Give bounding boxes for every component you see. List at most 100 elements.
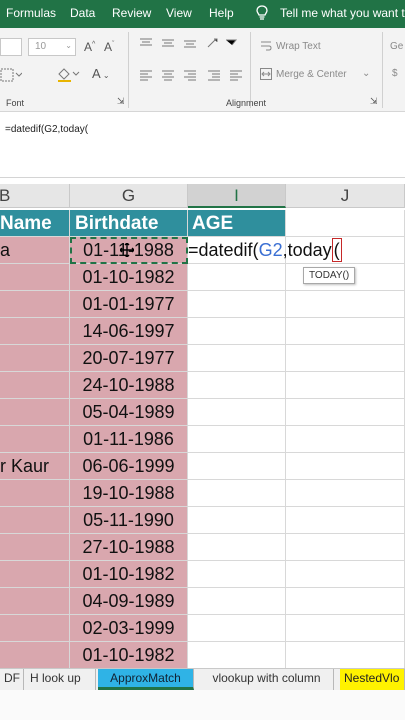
name-cell[interactable] bbox=[0, 318, 70, 345]
birthdate-cell[interactable]: 01-01-1977 bbox=[70, 291, 188, 318]
age-cell[interactable] bbox=[188, 642, 286, 668]
age-cell[interactable] bbox=[188, 372, 286, 399]
age-cell[interactable] bbox=[188, 534, 286, 561]
age-cell[interactable] bbox=[188, 453, 286, 480]
name-cell[interactable] bbox=[0, 372, 70, 399]
birthdate-cell[interactable]: 14-06-1997 bbox=[70, 318, 188, 345]
header-cell-age[interactable]: AGE bbox=[188, 210, 286, 237]
cell-j[interactable] bbox=[286, 399, 405, 426]
vertical-align-icons[interactable] bbox=[138, 36, 248, 50]
name-cell[interactable] bbox=[0, 615, 70, 642]
age-cell[interactable] bbox=[188, 345, 286, 372]
age-cell[interactable] bbox=[188, 426, 286, 453]
name-cell[interactable] bbox=[0, 399, 70, 426]
name-cell[interactable] bbox=[0, 291, 70, 318]
birthdate-cell[interactable]: 05-11-1990 bbox=[70, 507, 188, 534]
birthdate-cell[interactable]: 05-04-1989 bbox=[70, 399, 188, 426]
tab-data[interactable]: Data bbox=[70, 6, 95, 20]
merge-center-icon[interactable] bbox=[260, 68, 272, 83]
age-cell[interactable] bbox=[188, 615, 286, 642]
birthdate-cell[interactable]: 01-10-1982 bbox=[70, 642, 188, 668]
header-cell-birthdate[interactable]: Birthdate bbox=[70, 210, 188, 237]
birthdate-cell[interactable]: 19-10-1988 bbox=[70, 480, 188, 507]
name-cell[interactable] bbox=[0, 561, 70, 588]
decrease-font-icon[interactable]: Aˇ bbox=[104, 40, 114, 54]
cell-j[interactable] bbox=[286, 480, 405, 507]
birthdate-cell[interactable]: 01-11-1986 bbox=[70, 426, 188, 453]
name-cell[interactable] bbox=[0, 480, 70, 507]
birthdate-cell[interactable]: 27-10-1988 bbox=[70, 534, 188, 561]
cell-j[interactable] bbox=[286, 534, 405, 561]
tab-help[interactable]: Help bbox=[209, 6, 234, 20]
age-cell[interactable] bbox=[188, 264, 286, 291]
increase-font-icon[interactable]: A^ bbox=[84, 40, 95, 54]
currency-icon[interactable]: $ bbox=[392, 68, 398, 79]
cell-j[interactable] bbox=[286, 426, 405, 453]
column-header-j[interactable]: J bbox=[286, 184, 405, 208]
tab-view[interactable]: View bbox=[166, 6, 192, 20]
cell-j1[interactable] bbox=[286, 210, 405, 237]
formula-bar-text[interactable]: =datedif(G2,today( bbox=[5, 124, 88, 135]
birthdate-cell[interactable]: 01-10-1982 bbox=[70, 561, 188, 588]
birthdate-cell[interactable]: 02-03-1999 bbox=[70, 615, 188, 642]
font-dialog-launcher-icon[interactable]: ⇲ bbox=[117, 96, 125, 107]
wrap-text-icon[interactable] bbox=[260, 40, 272, 55]
borders-icon[interactable] bbox=[0, 68, 23, 85]
birthdate-cell[interactable]: 24-10-1988 bbox=[70, 372, 188, 399]
font-color-icon[interactable]: A ⌄ bbox=[92, 66, 110, 81]
age-cell[interactable] bbox=[188, 507, 286, 534]
name-cell[interactable] bbox=[0, 264, 70, 291]
sheet-tab-h-look-up[interactable]: H look up bbox=[26, 669, 96, 690]
name-cell[interactable] bbox=[0, 642, 70, 668]
number-format-label[interactable]: Ge bbox=[390, 41, 403, 52]
chevron-down-icon[interactable]: ⌄ bbox=[362, 68, 370, 79]
birthdate-cell[interactable]: 04-09-1989 bbox=[70, 588, 188, 615]
birthdate-cell[interactable]: 06-06-1999 bbox=[70, 453, 188, 480]
age-cell[interactable] bbox=[188, 291, 286, 318]
name-cell[interactable] bbox=[0, 534, 70, 561]
spreadsheet-grid[interactable]: B G I J Name Birthdate AGE a 01-11-1988 01… bbox=[0, 178, 405, 668]
font-name-box[interactable] bbox=[0, 38, 22, 56]
cell-edit-formula[interactable]: =datedif(G2,today( bbox=[188, 237, 342, 264]
name-cell[interactable] bbox=[0, 588, 70, 615]
horizontal-align-icons[interactable] bbox=[138, 68, 248, 82]
cell-j[interactable] bbox=[286, 588, 405, 615]
fill-color-icon[interactable] bbox=[56, 66, 80, 85]
birthdate-cell[interactable]: 20-07-1977 bbox=[70, 345, 188, 372]
name-cell[interactable]: a bbox=[0, 237, 70, 264]
cell-j[interactable] bbox=[286, 318, 405, 345]
cell-j[interactable] bbox=[286, 615, 405, 642]
column-header-i[interactable]: I bbox=[188, 184, 286, 208]
cell-j[interactable] bbox=[286, 453, 405, 480]
cell-j[interactable] bbox=[286, 291, 405, 318]
cell-j[interactable] bbox=[286, 345, 405, 372]
formula-bar[interactable]: =datedif(G2,today( bbox=[0, 112, 405, 178]
tab-review[interactable]: Review bbox=[112, 6, 151, 20]
cell-j[interactable] bbox=[286, 507, 405, 534]
tab-formulas[interactable]: Formulas bbox=[6, 6, 56, 20]
column-header-b[interactable]: B bbox=[0, 184, 70, 208]
sheet-tab-vlookup-with-column[interactable]: vlookup with column bbox=[200, 669, 334, 690]
column-header-g[interactable]: G bbox=[70, 184, 188, 208]
birthdate-cell[interactable]: 01-10-1982 bbox=[70, 264, 188, 291]
name-cell[interactable] bbox=[0, 507, 70, 534]
cell-j[interactable] bbox=[286, 561, 405, 588]
alignment-dialog-launcher-icon[interactable]: ⇲ bbox=[370, 96, 378, 107]
cell-j[interactable] bbox=[286, 372, 405, 399]
wrap-text-label[interactable]: Wrap Text bbox=[276, 41, 321, 52]
header-cell-name[interactable]: Name bbox=[0, 210, 70, 237]
age-cell[interactable] bbox=[188, 318, 286, 345]
age-cell[interactable] bbox=[188, 561, 286, 588]
age-cell[interactable] bbox=[188, 480, 286, 507]
cell-j[interactable] bbox=[286, 642, 405, 668]
merge-center-label[interactable]: Merge & Center bbox=[276, 69, 347, 80]
age-cell[interactable] bbox=[188, 588, 286, 615]
name-cell[interactable] bbox=[0, 345, 70, 372]
font-size-box[interactable]: 10 ⌄ bbox=[28, 38, 76, 56]
tell-me-search[interactable]: Tell me what you want to d bbox=[280, 6, 405, 20]
name-cell[interactable]: r Kaur bbox=[0, 453, 70, 480]
sheet-tab-df[interactable]: DF bbox=[0, 669, 24, 690]
function-tooltip[interactable]: TODAY() bbox=[303, 267, 356, 284]
age-cell[interactable] bbox=[188, 399, 286, 426]
sheet-tab-approxmatch[interactable]: ApproxMatch bbox=[98, 669, 194, 690]
